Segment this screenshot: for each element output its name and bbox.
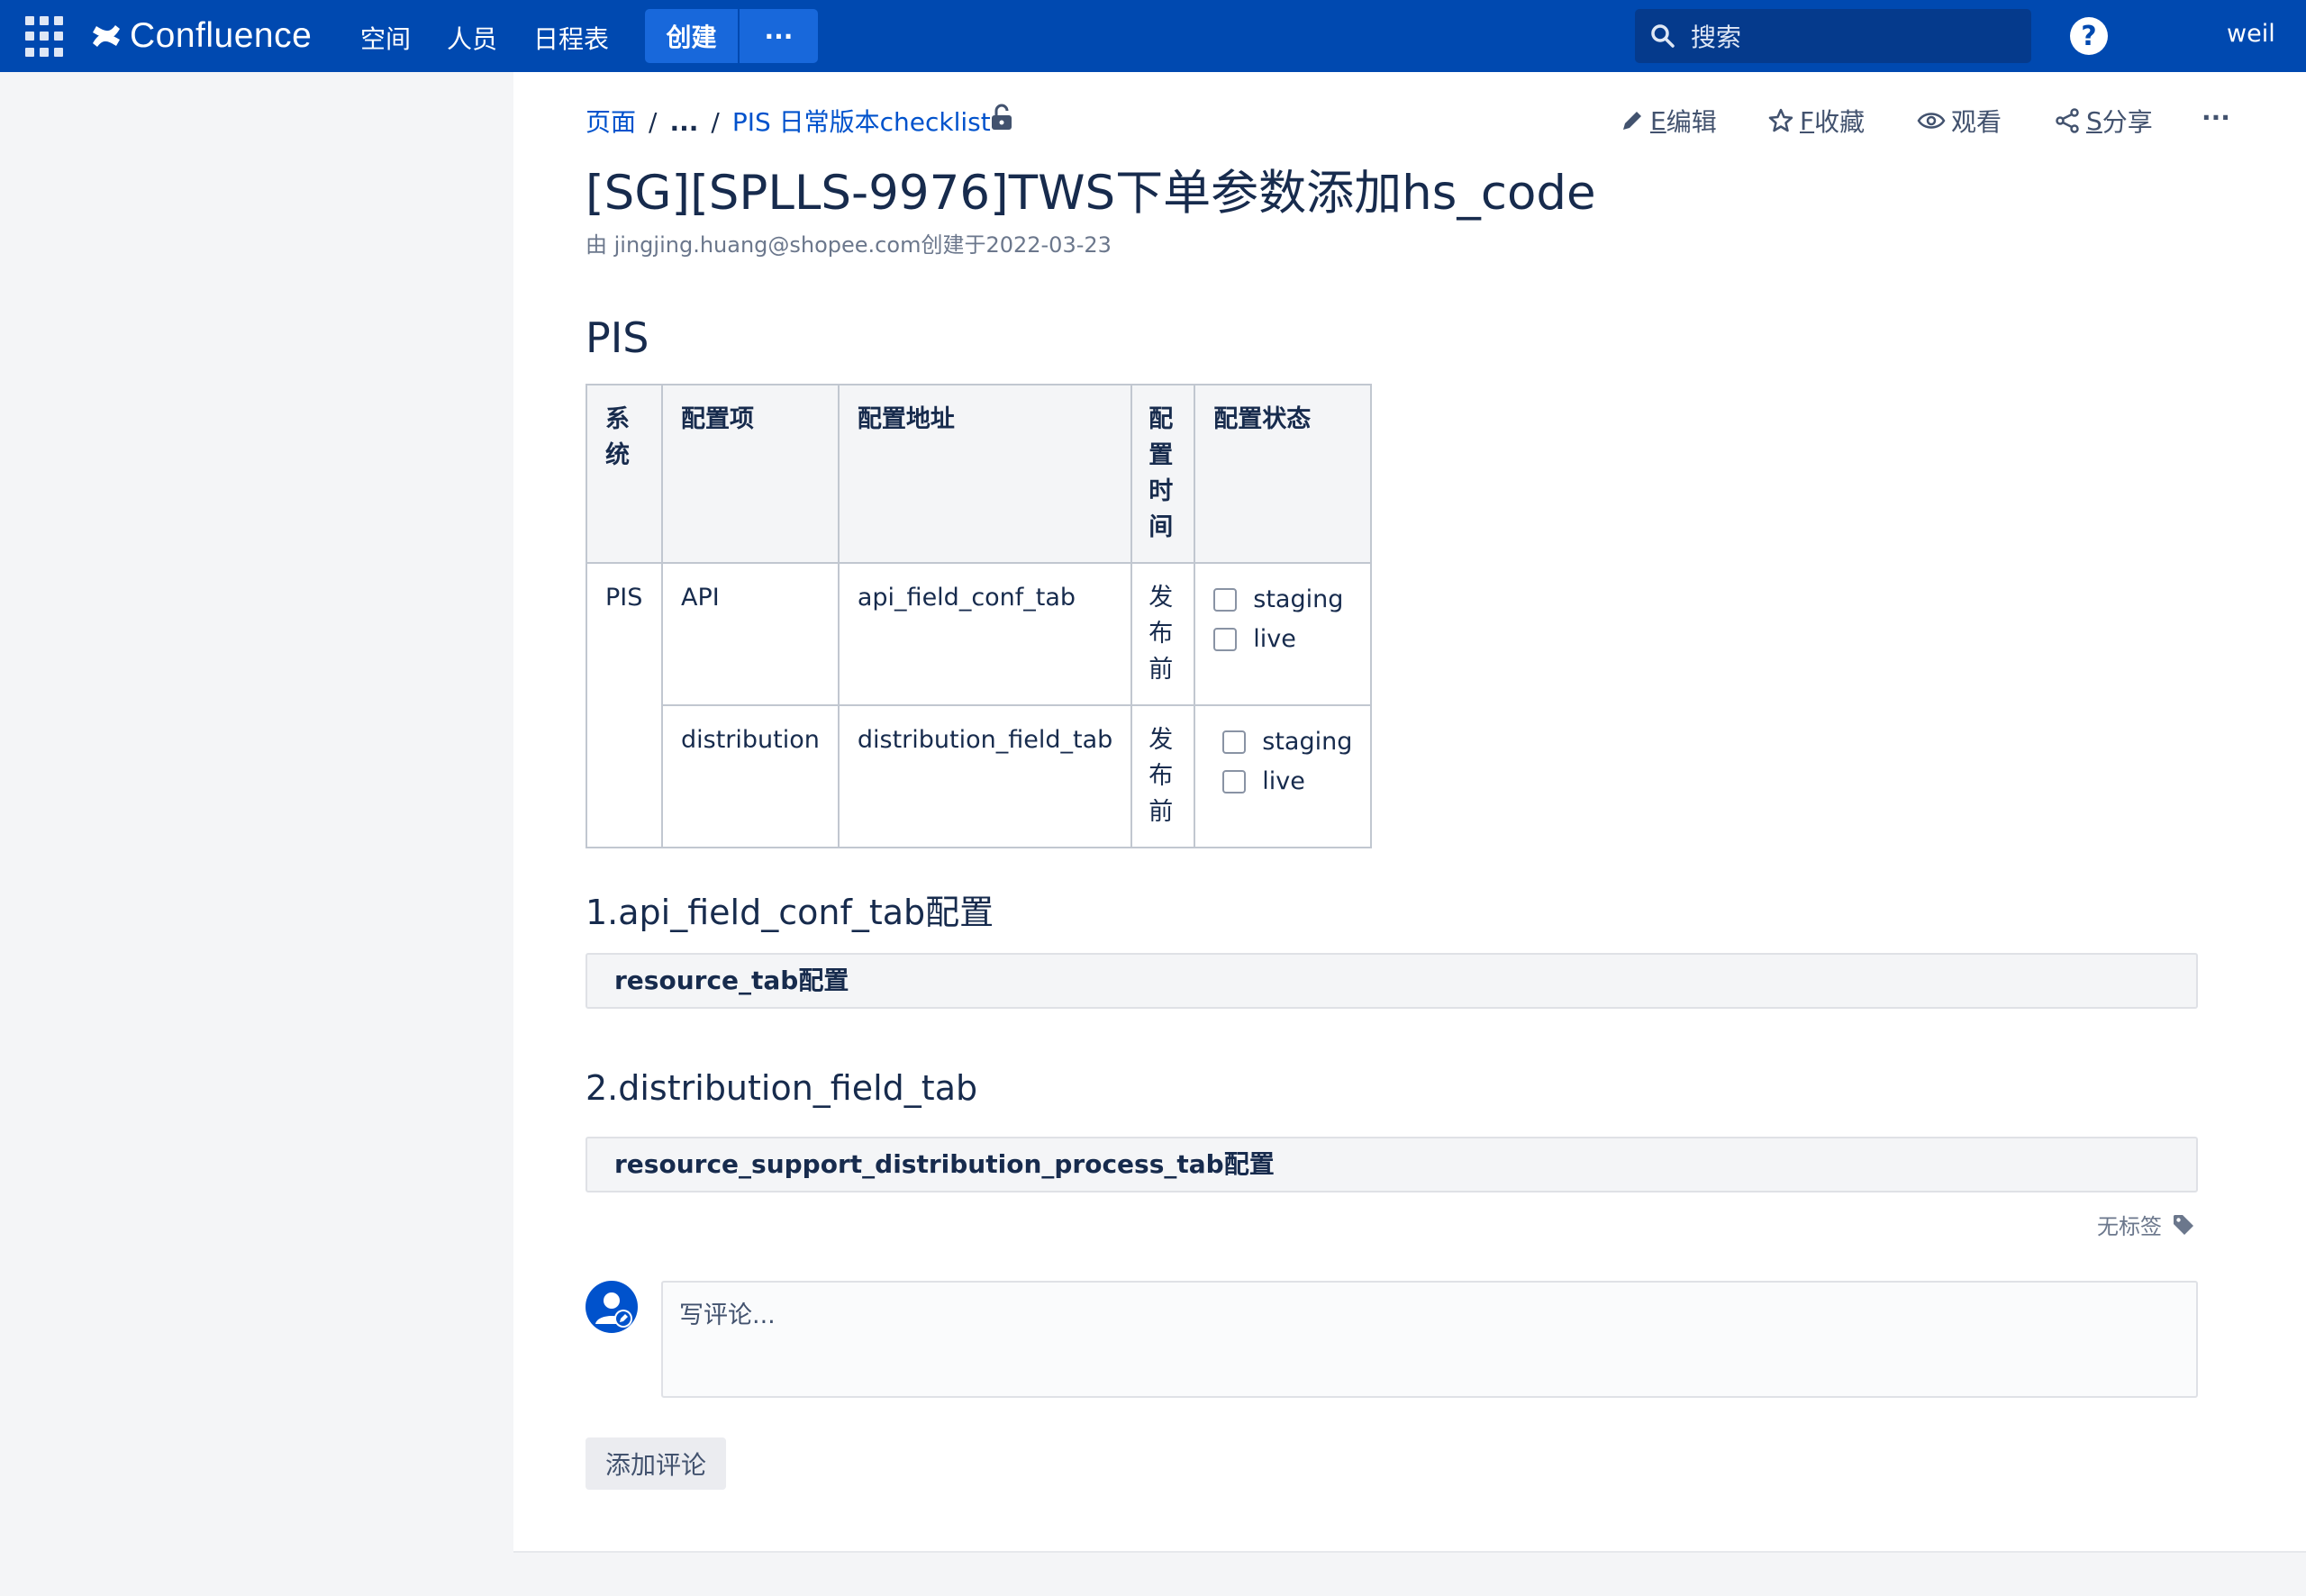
nav-link-spaces[interactable]: 空间 <box>360 20 411 56</box>
share-icon <box>2056 108 2079 133</box>
section-heading: PIS <box>586 313 649 362</box>
page-byline: 由 jingjing.huang@shopee.com创建于2022-03-23 <box>586 232 1112 258</box>
table-header: 系统 <box>586 384 663 564</box>
breadcrumb-ellipsis[interactable]: ... <box>669 107 698 137</box>
pencil-icon <box>1623 112 1641 130</box>
subsection-heading: 1.api_field_conf_tab配置 <box>586 893 994 932</box>
checkbox-item[interactable]: staging <box>1222 722 1352 762</box>
checkbox-label: staging <box>1262 728 1353 756</box>
table-header: 配置地址 <box>837 384 1133 564</box>
favourite-button[interactable]: F 收藏 <box>1767 103 1865 139</box>
table-cell-time: 发布前 <box>1130 562 1196 706</box>
help-icon[interactable]: ? <box>2070 17 2108 55</box>
watch-label: 观看 <box>1951 107 2002 137</box>
table-row: PIS API api_field_conf_tab 发布前 staging l… <box>586 562 1373 848</box>
table-cell-system: PIS <box>586 562 663 848</box>
checkbox-item[interactable]: live <box>1213 620 1352 659</box>
checkbox[interactable] <box>1213 588 1238 612</box>
table-header: 配置状态 <box>1194 384 1373 564</box>
checkbox-item[interactable]: live <box>1222 762 1352 802</box>
table-cell-time: 发布前 <box>1130 704 1196 848</box>
checkbox-item[interactable]: staging <box>1213 580 1352 620</box>
comment-input[interactable]: 写评论... <box>661 1281 2198 1398</box>
table-cell-address: distribution_field_tab <box>837 704 1133 848</box>
logo-text: Confluence <box>130 16 313 55</box>
share-button[interactable]: S 分享 <box>2054 103 2153 139</box>
search-placeholder: 搜索 <box>1691 23 1742 52</box>
create-button[interactable]: 创建 <box>645 9 738 63</box>
breadcrumb-separator: / <box>711 107 720 137</box>
breadcrumb-pages[interactable]: 页面 <box>586 103 636 139</box>
labels-area[interactable]: 无标签 <box>2097 1209 2196 1240</box>
table-header: 配置项 <box>661 384 840 564</box>
edit-button[interactable]: E 编辑 <box>1620 103 1717 139</box>
share-shortcut: S <box>2086 105 2102 136</box>
top-navigation: Confluence 空间 人员 日程表 创建 ··· 搜索 ? weil <box>0 0 2306 72</box>
table-cell-status: staging live <box>1194 704 1373 848</box>
page-content: 页面 / ... / PIS 日常版本checklist E 编辑 F 收藏 观看 <box>513 72 2306 1553</box>
watch-button[interactable]: 观看 <box>1917 103 2002 139</box>
edit-shortcut: E <box>1650 105 1666 136</box>
table-cell-item: API <box>661 562 840 706</box>
breadcrumb-parent[interactable]: PIS 日常版本checklist <box>732 103 991 139</box>
app-switcher-icon[interactable] <box>23 14 68 59</box>
table-row: distribution distribution_field_tab 发布前 … <box>586 704 1373 848</box>
confluence-logo-icon <box>93 25 120 47</box>
add-comment-button[interactable]: 添加评论 <box>586 1437 726 1490</box>
checkbox[interactable] <box>1222 730 1247 754</box>
table-header-row: 系统 配置项 配置地址 配置时间 配置状态 <box>586 384 1373 564</box>
code-block: resource_support_distribution_process_ta… <box>586 1137 2198 1192</box>
user-menu[interactable]: weil <box>2227 20 2275 48</box>
checkbox-label: staging <box>1253 585 1344 613</box>
table-header: 配置时间 <box>1130 384 1196 564</box>
create-more-button[interactable]: ··· <box>740 9 818 63</box>
nav-link-calendars[interactable]: 日程表 <box>533 20 609 56</box>
more-actions-button[interactable]: ··· <box>2202 103 2230 132</box>
favourite-shortcut: F <box>1800 105 1815 136</box>
tag-icon <box>2174 1214 2193 1235</box>
table-cell-status: staging live <box>1194 562 1373 706</box>
unlock-icon[interactable] <box>989 103 1014 133</box>
star-icon <box>1768 108 1793 132</box>
no-labels-text: 无标签 <box>2097 1214 2162 1239</box>
search-icon <box>1651 24 1675 48</box>
checkbox[interactable] <box>1213 628 1238 651</box>
table-cell-address: api_field_conf_tab <box>837 562 1133 706</box>
confluence-logo[interactable]: Confluence <box>90 13 312 59</box>
code-block: resource_tab配置 <box>586 953 2198 1009</box>
avatar <box>586 1281 638 1333</box>
edit-label: 编辑 <box>1666 107 1717 137</box>
breadcrumb-separator: / <box>649 107 658 137</box>
user-avatar-icon <box>595 1292 632 1328</box>
config-table: 系统 配置项 配置地址 配置时间 配置状态 PIS API api_field_… <box>586 384 1373 848</box>
breadcrumb: 页面 / ... / PIS 日常版本checklist <box>586 103 991 139</box>
nav-link-people[interactable]: 人员 <box>447 20 497 56</box>
favourite-label: 收藏 <box>1814 107 1866 137</box>
eye-icon <box>1917 113 1946 129</box>
checkbox-label: live <box>1262 767 1305 795</box>
share-label: 分享 <box>2102 107 2153 137</box>
checkbox-label: live <box>1253 625 1296 653</box>
page-title: [SG][SPLLS-9976]TWS下单参数添加hs_code <box>586 166 1596 221</box>
table-cell-item: distribution <box>661 704 840 848</box>
subsection-heading: 2.distribution_field_tab <box>586 1068 978 1108</box>
search-input[interactable]: 搜索 <box>1635 9 2031 63</box>
checkbox[interactable] <box>1222 770 1247 793</box>
